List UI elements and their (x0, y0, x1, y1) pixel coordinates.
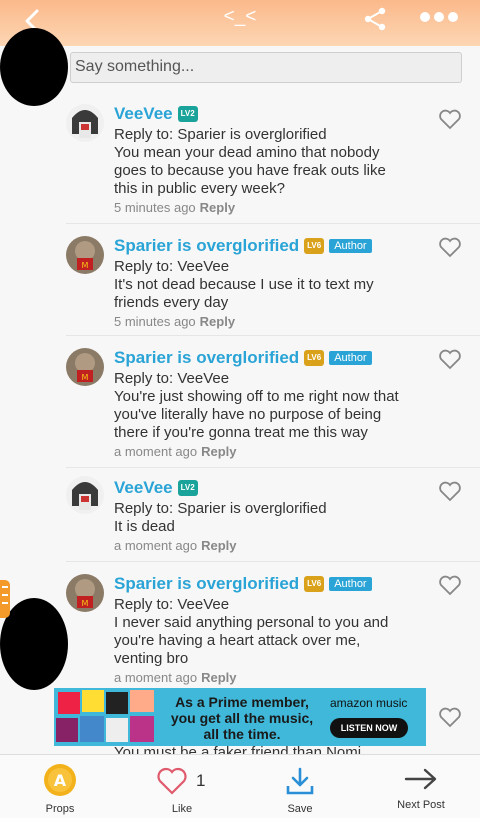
props-coin-icon: A (44, 764, 76, 796)
comment-text-line: you're having a heart attack over me, (114, 632, 361, 649)
comment-text-line: It is dead (114, 518, 175, 535)
props-label: Props (45, 803, 75, 815)
ad-line: you get all the music, (170, 710, 314, 726)
heart-icon (157, 767, 187, 795)
save-label: Save (287, 803, 313, 815)
comment-text-line: friends every day (114, 294, 229, 311)
redaction-blob (0, 28, 68, 106)
username[interactable]: VeeVee (114, 478, 173, 498)
reply-button[interactable]: Reply (201, 538, 236, 553)
comment-text-line: You're just showing off to me right now … (114, 388, 399, 405)
ad-headline: As a Prime member, you get all the music… (162, 694, 322, 742)
reply-to-line: Reply to: VeeVee (114, 370, 230, 387)
ad-line: all the time. (203, 726, 281, 742)
heart-icon[interactable] (438, 574, 462, 596)
save-button[interactable]: Save (270, 755, 330, 818)
heart-icon[interactable] (438, 348, 462, 370)
avatar[interactable]: M (66, 348, 104, 386)
heart-icon[interactable] (438, 706, 462, 728)
album-collage (56, 690, 154, 742)
username[interactable]: Sparier is overglorified (114, 348, 299, 368)
reply-button[interactable]: Reply (200, 200, 235, 215)
comment-item: VeeVee LV2 Reply to: Sparier is overglori… (66, 472, 480, 562)
comment-text-line: It's not dead because I use it to text m… (114, 276, 374, 293)
author-badge: Author (329, 239, 372, 253)
like-label: Like (171, 803, 193, 815)
comment-input[interactable]: Say something... (70, 52, 462, 83)
comment-text-line: You mean your dead amino that nobody (114, 144, 380, 161)
listen-now-button[interactable]: LISTEN NOW (330, 718, 408, 738)
comment-text-line: venting bro (114, 650, 189, 667)
reply-to-line: Reply to: Sparier is overglorified (114, 500, 327, 517)
svg-text:M: M (82, 261, 89, 270)
username[interactable]: Sparier is overglorified (114, 574, 299, 594)
like-button[interactable]: 1 Like (150, 755, 214, 818)
side-menu-tab[interactable] (0, 580, 10, 618)
author-badge: Author (329, 577, 372, 591)
timestamp: 5 minutes ago (114, 200, 196, 215)
comment-text-line: this in public every week? (114, 180, 285, 197)
more-options-icon[interactable] (418, 10, 460, 24)
arrow-right-icon (404, 768, 437, 790)
save-download-icon (286, 767, 314, 795)
svg-text:A: A (54, 771, 67, 790)
comment-text-line: you've literally have no purpose of bein… (114, 406, 382, 423)
svg-text:M: M (82, 373, 89, 382)
username[interactable]: Sparier is overglorified (114, 236, 299, 256)
timestamp: a moment ago (114, 670, 198, 685)
reply-to-line: Reply to: Sparier is overglorified (114, 126, 327, 143)
level-badge: LV2 (177, 106, 198, 122)
next-post-button[interactable]: Next Post (388, 755, 454, 818)
avatar[interactable]: M (66, 574, 104, 612)
bottom-bar: A Props 1 Like Save Next Post (0, 754, 480, 818)
like-count: 1 (196, 771, 206, 790)
author-badge: Author (329, 351, 372, 365)
comment-text-line: goes to because you have freak outs like (114, 162, 386, 179)
avatar[interactable]: M (66, 236, 104, 274)
comment-text-line: I never said anything personal to you an… (114, 614, 389, 631)
reply-to-line: Reply to: VeeVee (114, 596, 230, 613)
redaction-blob (0, 598, 68, 690)
avatar[interactable] (66, 476, 104, 514)
next-post-label: Next Post (397, 799, 445, 811)
props-button[interactable]: A Props (30, 755, 90, 818)
comment-item: M Sparier is overglorified LV6 Author Repl… (66, 340, 480, 468)
reply-to-line: Reply to: VeeVee (114, 258, 230, 275)
username[interactable]: VeeVee (114, 104, 173, 124)
ad-brand: amazon music (330, 696, 408, 710)
level-badge: LV6 (304, 350, 325, 366)
timestamp: 5 minutes ago (114, 314, 196, 329)
heart-icon[interactable] (438, 108, 462, 130)
level-badge: LV6 (304, 576, 325, 592)
comment-item: M Sparier is overglorified LV6 Author Repl… (66, 566, 480, 686)
level-badge: LV6 (304, 238, 325, 254)
ad-banner[interactable]: As a Prime member, you get all the music… (54, 688, 426, 746)
timestamp: a moment ago (114, 538, 198, 553)
heart-icon[interactable] (438, 236, 462, 258)
level-badge: LV2 (177, 480, 198, 496)
svg-text:M: M (82, 599, 89, 608)
comment-item: VeeVee LV2 Reply to: Sparier is overglori… (66, 100, 480, 224)
reply-button[interactable]: Reply (200, 314, 235, 329)
top-bar: <_< (0, 0, 480, 46)
timestamp: a moment ago (114, 444, 198, 459)
comment-text-line: there if you're gonna treat me this way (114, 424, 368, 441)
reply-button[interactable]: Reply (201, 444, 236, 459)
page-title: <_< (223, 6, 257, 27)
comment-item: M Sparier is overglorified LV6 Author Repl… (66, 228, 480, 336)
avatar[interactable] (66, 104, 104, 142)
heart-icon[interactable] (438, 480, 462, 502)
ad-line: As a Prime member, (175, 694, 309, 710)
share-icon[interactable] (362, 6, 388, 32)
reply-button[interactable]: Reply (201, 670, 236, 685)
